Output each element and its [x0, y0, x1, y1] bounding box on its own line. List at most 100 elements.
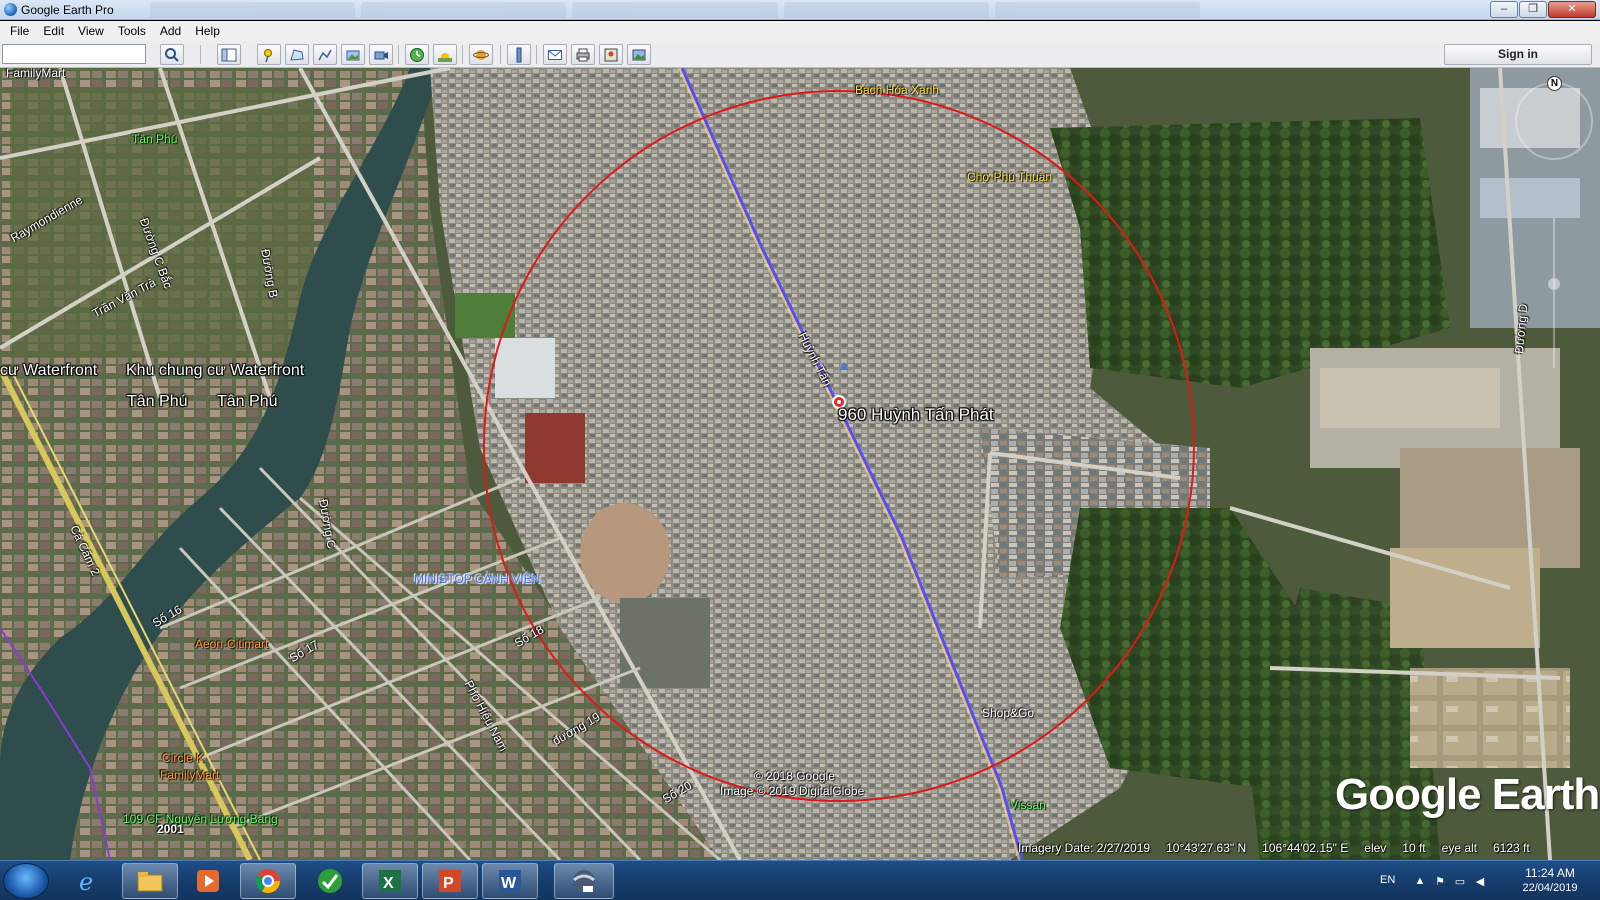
ghost-tab [572, 2, 778, 18]
poi-cho-phu-thuan[interactable]: Chợ Phú Thuận [967, 170, 1052, 184]
start-button[interactable] [3, 863, 49, 899]
print-button[interactable] [571, 44, 595, 65]
toolbar-separator [200, 45, 201, 64]
minimize-button[interactable]: – [1490, 1, 1518, 18]
label-waterfront-right[interactable]: Khu chung cư Waterfront [126, 362, 304, 380]
language-indicator[interactable]: EN [1380, 874, 1395, 886]
poi-circle-k[interactable]: Circle K [162, 751, 204, 765]
google-earth-window: Google Earth Pro – ❐ ✕ File Edit View To… [0, 0, 1600, 900]
label-tan-phu-right[interactable]: Tân Phú [217, 393, 277, 411]
map-icon [604, 48, 618, 61]
network-icon[interactable]: ▭ [1453, 874, 1467, 888]
taskbar-google-earth-pro[interactable] [554, 863, 614, 899]
action-center-icon[interactable]: ⚑ [1433, 874, 1447, 888]
zoom-slider-track [1553, 218, 1555, 368]
poi-familymart-top[interactable]: FamilyMart [6, 68, 65, 80]
poi-tan-phu[interactable]: Tân Phú [132, 132, 177, 146]
address-label[interactable]: 960 Huỳnh Tấn Phát [838, 405, 994, 425]
pushpin-icon [264, 48, 272, 62]
poi-aeon-citimart[interactable]: Aeon-Citimart [195, 637, 268, 651]
word-icon: W [499, 870, 521, 892]
add-image-overlay-button[interactable] [341, 44, 365, 65]
search-input[interactable] [2, 44, 146, 64]
toolbar-separator [462, 45, 463, 64]
menu-add[interactable]: Add [153, 24, 188, 38]
imagery-date: Imagery Date: 2/27/2019 [1018, 841, 1151, 855]
sunlight-button[interactable] [433, 44, 457, 65]
menu-edit[interactable]: Edit [36, 24, 71, 38]
label-waterfront-left[interactable]: cư Waterfront [0, 362, 97, 380]
poi-familymart[interactable]: FamilyMart [160, 768, 219, 782]
navigation-compass[interactable] [1515, 82, 1593, 160]
taskbar-word[interactable]: W [482, 863, 538, 899]
eye-altitude-label: eye alt [1441, 841, 1477, 855]
svg-text:P: P [443, 875, 454, 892]
ruler-icon [516, 47, 522, 62]
record-tour-button[interactable] [369, 44, 393, 65]
taskbar-file-explorer[interactable] [122, 863, 178, 899]
maximize-button[interactable]: ❐ [1519, 1, 1547, 18]
chrome-icon [255, 869, 280, 894]
taskbar-powerpoint[interactable]: P [422, 863, 478, 899]
clock-date[interactable]: 22/04/2019 [1510, 882, 1590, 894]
taskbar-greenshot[interactable] [302, 863, 358, 899]
switch-planet-button[interactable] [469, 44, 493, 65]
taskbar-excel[interactable]: X [362, 863, 418, 899]
folder-icon [137, 872, 163, 892]
poi-shop-go[interactable]: Shop&Go [982, 706, 1034, 720]
poi-nguyen-luong-bang[interactable]: 109 CF Nguyễn Lương Bằng [123, 812, 278, 826]
add-path-button[interactable] [313, 44, 337, 65]
close-button[interactable]: ✕ [1548, 1, 1596, 18]
show-hidden-icons-icon[interactable]: ▲ [1413, 874, 1427, 888]
google-earth-app-icon [4, 3, 17, 16]
svg-text:e: e [79, 868, 93, 896]
search-button[interactable] [160, 44, 184, 65]
windows-taskbar: e X P W EN ▲ ⚑ ▭ ◀ 11:24 AM 22/04/2019 [0, 860, 1600, 900]
menu-tools[interactable]: Tools [111, 24, 153, 38]
poi-bach-hoa-xanh[interactable]: Bách Hóa Xanh [855, 83, 939, 97]
poi-ministop[interactable]: MINISTOP CẢNH VIÊN [414, 572, 540, 586]
elevation-label: elev [1364, 841, 1387, 855]
view-in-maps-button[interactable] [599, 44, 623, 65]
poi-vissan[interactable]: Vissan [1010, 798, 1046, 812]
volume-icon[interactable]: ◀ [1473, 874, 1487, 888]
historical-imagery-button[interactable] [405, 44, 429, 65]
background-browser-tabs [150, 2, 1201, 18]
latitude: 10°43'27.63" N [1166, 841, 1247, 855]
path-icon [318, 49, 332, 60]
menu-file[interactable]: File [0, 24, 36, 38]
email-icon [548, 49, 562, 60]
toolbar-separator [500, 45, 501, 64]
ghost-tab [150, 2, 356, 18]
add-polygon-button[interactable] [285, 44, 309, 65]
ghost-tab [994, 2, 1201, 18]
ruler-button[interactable] [507, 44, 531, 65]
north-button[interactable]: N [1547, 76, 1562, 91]
sidebar-icon [221, 48, 237, 61]
search-icon [165, 47, 179, 62]
google-earth-watermark: Google Earth [1335, 770, 1600, 819]
taskbar-media-player[interactable] [180, 863, 236, 899]
sign-in-button[interactable]: Sign in [1444, 44, 1592, 65]
taskbar-chrome[interactable] [240, 863, 296, 899]
map-view[interactable]: 960 Huỳnh Tấn Phát Bách Hóa Xanh Chợ Phú… [0, 68, 1600, 860]
copyright-google: © 2018 Google [754, 769, 835, 783]
menu-view[interactable]: View [71, 24, 111, 38]
longitude: 106°44'02.15" E [1262, 841, 1349, 855]
eye-altitude-value: 6123 ft [1493, 841, 1530, 855]
taskbar-internet-explorer[interactable]: e [60, 863, 116, 899]
svg-text:X: X [383, 875, 394, 892]
toolbar-separator [398, 45, 399, 64]
toggle-sidebar-button[interactable] [217, 44, 241, 65]
zoom-slider-knob[interactable] [1548, 278, 1560, 290]
title-bar: Google Earth Pro – ❐ ✕ [0, 0, 1600, 20]
save-image-button[interactable] [627, 44, 651, 65]
menu-help[interactable]: Help [188, 24, 227, 38]
historic-year-label: 2001 [157, 822, 184, 836]
svg-text:W: W [501, 875, 517, 892]
clock-time[interactable]: 11:24 AM [1510, 866, 1590, 880]
add-placemark-button[interactable] [257, 44, 281, 65]
label-tan-phu-left[interactable]: Tân Phú [127, 393, 187, 411]
email-button[interactable] [543, 44, 567, 65]
zoom-slider[interactable] [1548, 218, 1560, 368]
